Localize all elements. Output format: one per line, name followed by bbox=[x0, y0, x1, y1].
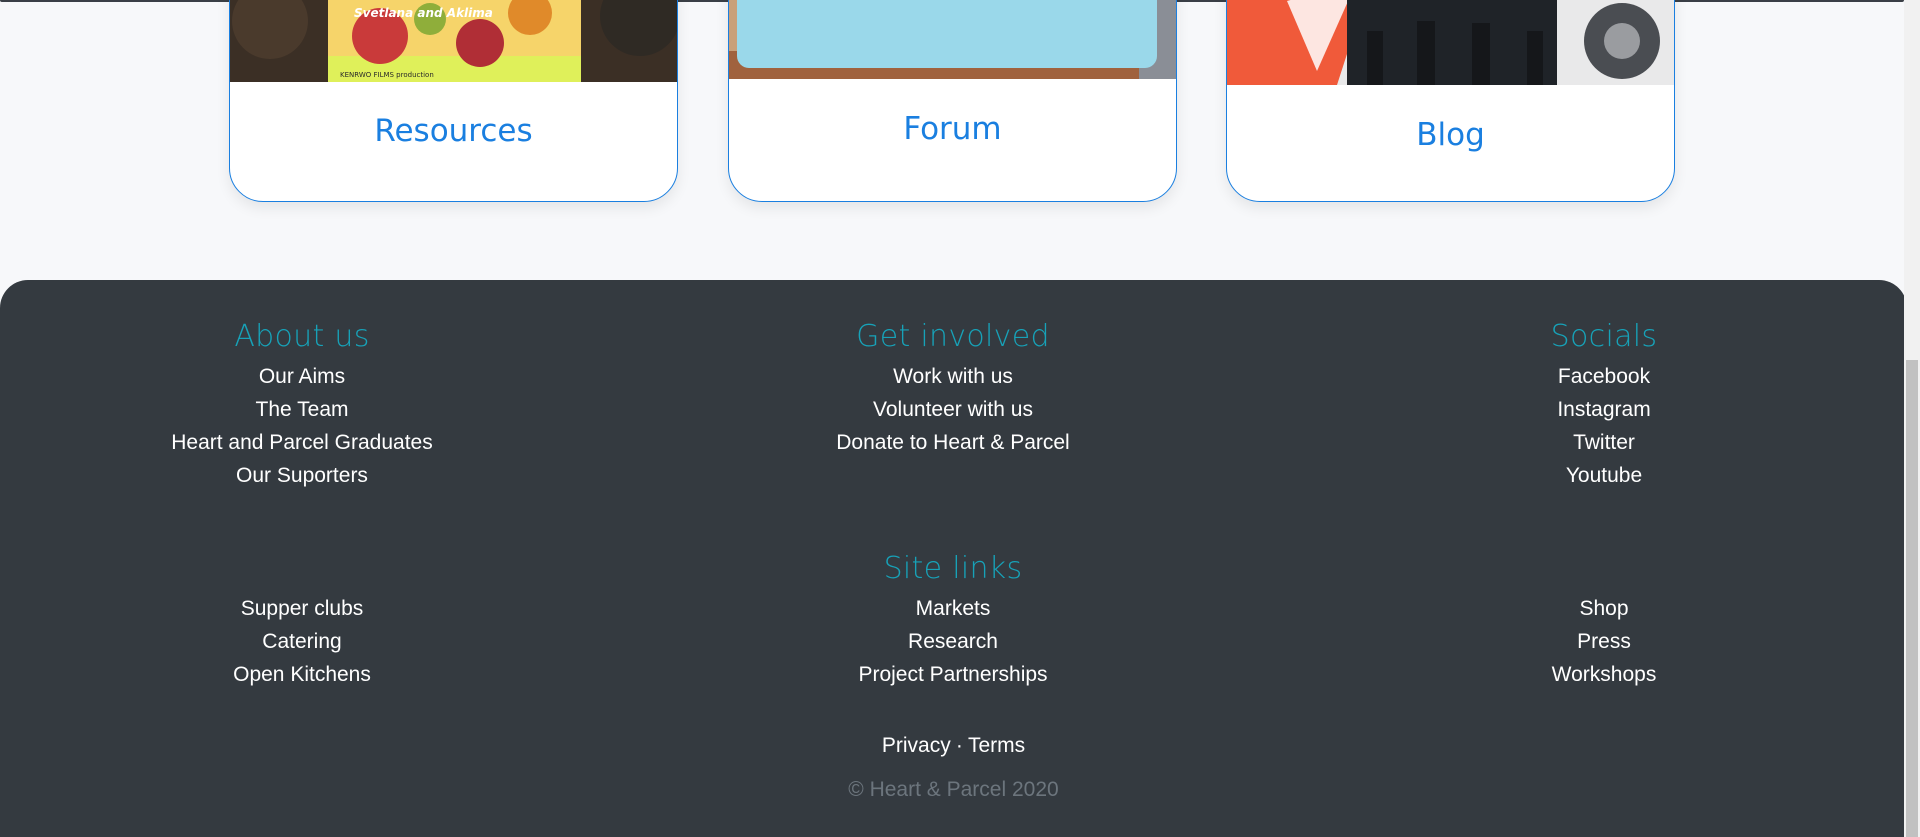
link-workshops[interactable]: Workshops bbox=[1344, 658, 1864, 691]
link-instagram[interactable]: Instagram bbox=[1344, 393, 1864, 426]
resources-card[interactable]: Svetlana and Aklima KENRWO FILMS product… bbox=[229, 0, 678, 202]
link-the-team[interactable]: The Team bbox=[42, 393, 562, 426]
link-open-kitchens[interactable]: Open Kitchens bbox=[42, 658, 562, 691]
link-press[interactable]: Press bbox=[1344, 625, 1864, 658]
site-links-center-column: Markets Research Project Partnerships bbox=[693, 592, 1213, 691]
resources-image: Svetlana and Aklima KENRWO FILMS product… bbox=[230, 0, 677, 82]
resources-title[interactable]: Resources bbox=[230, 113, 677, 149]
copyright-text: © Heart & Parcel 2020 bbox=[848, 778, 1059, 801]
scrollbar-thumb[interactable] bbox=[1906, 360, 1918, 837]
socials-heading: Socials bbox=[1550, 319, 1658, 354]
site-footer: About us Our Aims The Team Heart and Par… bbox=[0, 280, 1907, 837]
link-facebook[interactable]: Facebook bbox=[1344, 360, 1864, 393]
link-donate[interactable]: Donate to Heart & Parcel bbox=[693, 426, 1213, 459]
about-heading: About us bbox=[234, 319, 370, 354]
link-twitter[interactable]: Twitter bbox=[1344, 426, 1864, 459]
blog-image bbox=[1227, 0, 1674, 85]
footer-site-links-heading-wrap: Site links bbox=[693, 546, 1213, 592]
site-links-right-column: Shop Press Workshops bbox=[1344, 592, 1864, 691]
link-supporters[interactable]: Our Suporters bbox=[42, 459, 562, 492]
link-our-aims[interactable]: Our Aims bbox=[42, 360, 562, 393]
forum-card[interactable]: Forum bbox=[728, 0, 1177, 202]
link-catering[interactable]: Catering bbox=[42, 625, 562, 658]
link-terms[interactable]: Terms bbox=[968, 734, 1025, 757]
link-research[interactable]: Research bbox=[693, 625, 1213, 658]
blog-title[interactable]: Blog bbox=[1227, 117, 1674, 153]
forum-image bbox=[729, 0, 1176, 79]
feature-cards: Svetlana and Aklima KENRWO FILMS product… bbox=[0, 0, 1904, 210]
link-youtube[interactable]: Youtube bbox=[1344, 459, 1864, 492]
footer-involved-column: Get involved Work with us Volunteer with… bbox=[693, 314, 1213, 459]
forum-title[interactable]: Forum bbox=[729, 111, 1176, 147]
footer-socials-column: Socials Facebook Instagram Twitter Youtu… bbox=[1344, 314, 1864, 492]
resources-image-credit: KENRWO FILMS production bbox=[340, 71, 434, 79]
link-shop[interactable]: Shop bbox=[1344, 592, 1864, 625]
resources-image-caption: Svetlana and Aklima bbox=[354, 6, 493, 20]
involved-heading: Get involved bbox=[856, 319, 1050, 354]
site-links-left-column: Supper clubs Catering Open Kitchens bbox=[42, 592, 562, 691]
footer-about-column: About us Our Aims The Team Heart and Par… bbox=[42, 314, 562, 492]
link-graduates[interactable]: Heart and Parcel Graduates bbox=[42, 426, 562, 459]
link-supper-clubs[interactable]: Supper clubs bbox=[42, 592, 562, 625]
link-work-with-us[interactable]: Work with us bbox=[693, 360, 1213, 393]
link-project-partnerships[interactable]: Project Partnerships bbox=[693, 658, 1213, 691]
site-links-heading: Site links bbox=[883, 551, 1023, 586]
link-privacy[interactable]: Privacy bbox=[882, 734, 951, 757]
link-volunteer[interactable]: Volunteer with us bbox=[693, 393, 1213, 426]
link-markets[interactable]: Markets bbox=[693, 592, 1213, 625]
blog-card[interactable]: Blog bbox=[1226, 0, 1675, 202]
legal-links: Privacy · Terms bbox=[0, 734, 1907, 758]
legal-separator: · bbox=[955, 734, 963, 757]
